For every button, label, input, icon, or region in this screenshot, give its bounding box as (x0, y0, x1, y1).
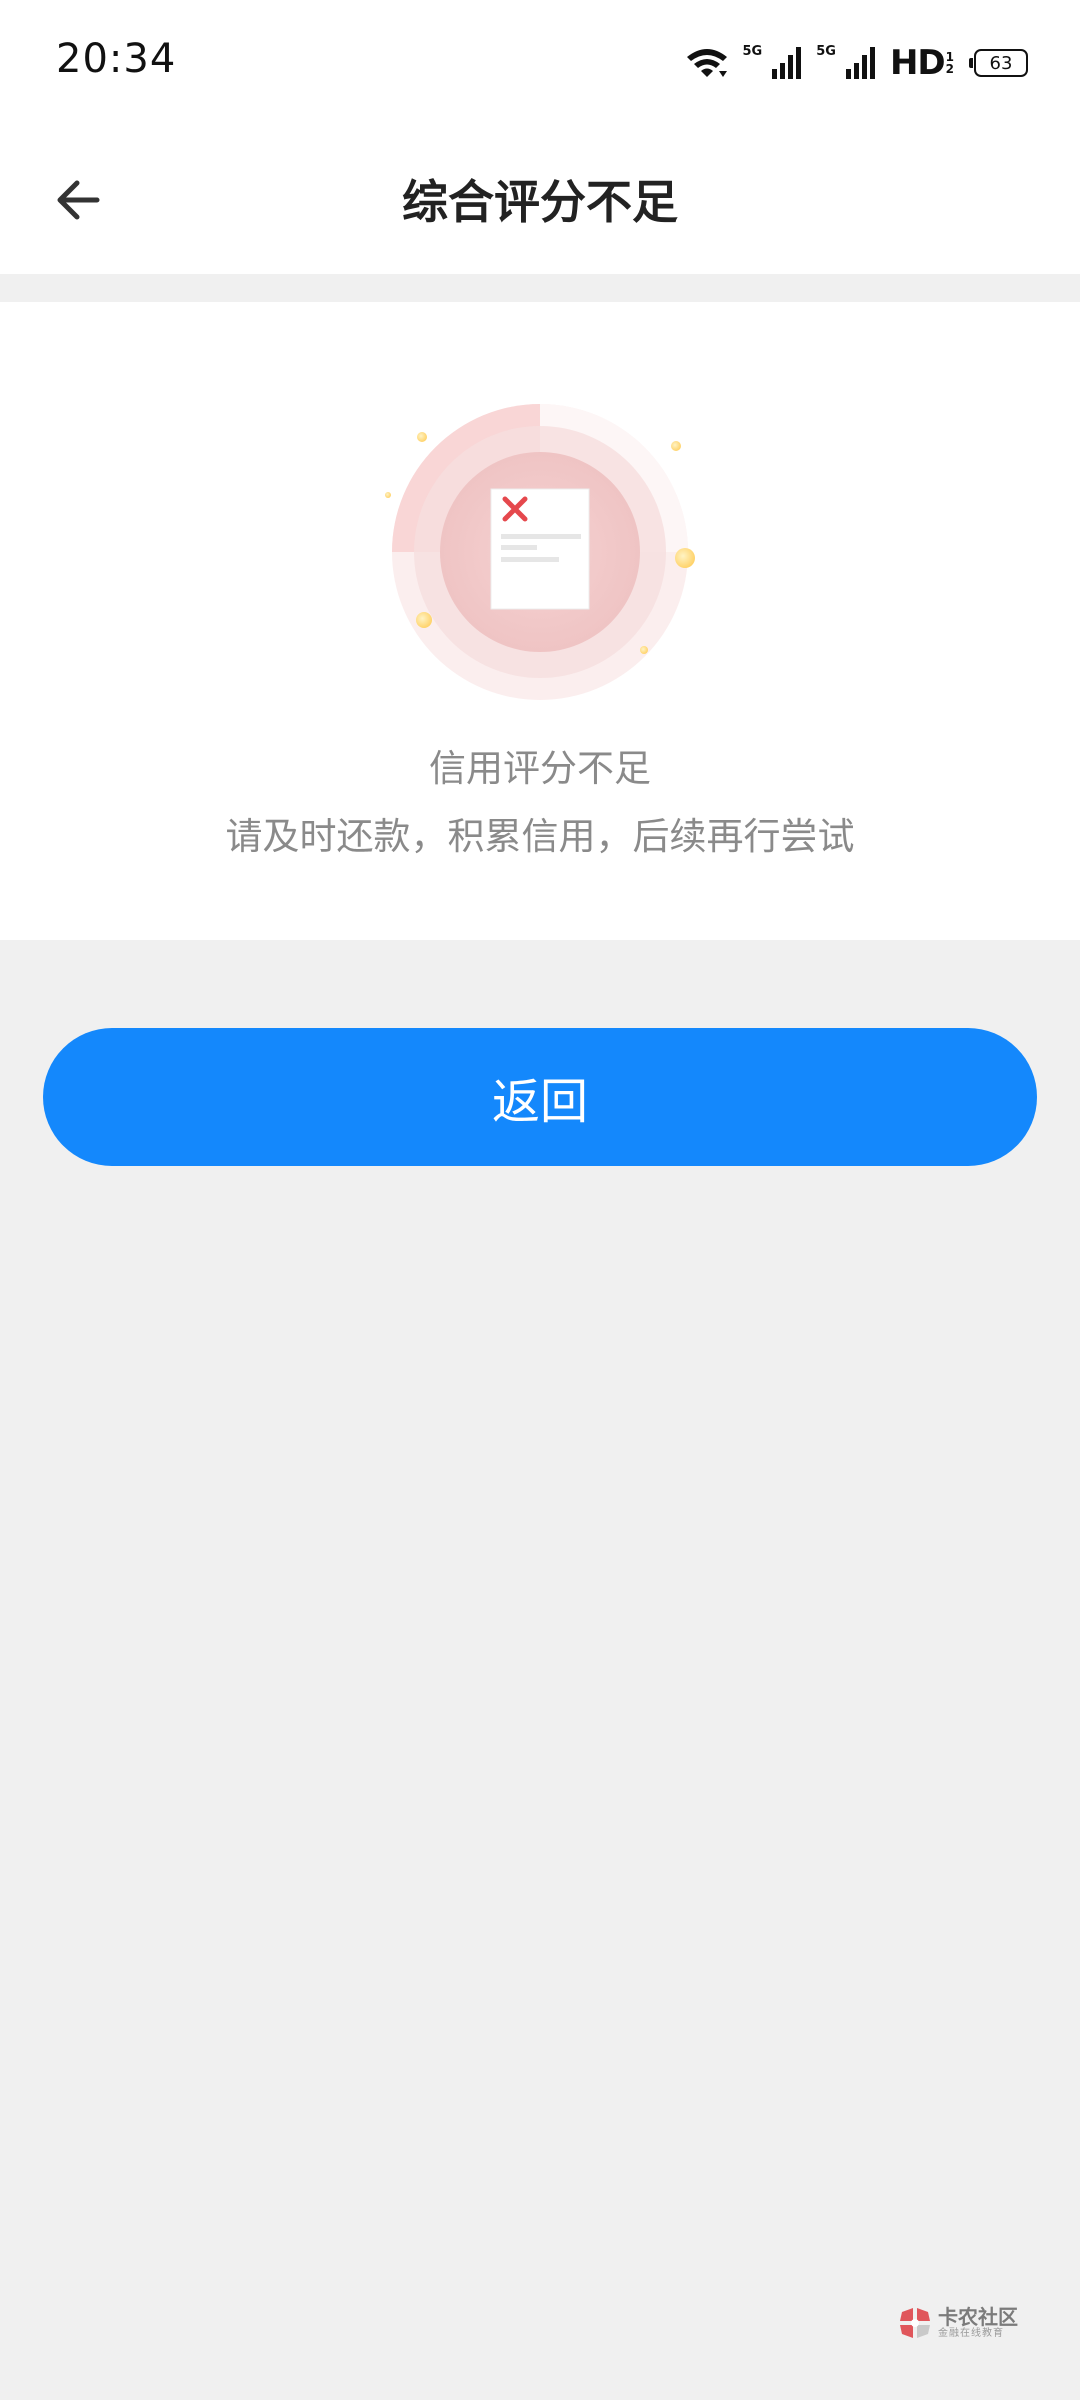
wifi-icon (686, 49, 727, 77)
hd-indicator: HD 1 2 (890, 46, 954, 80)
result-title: 信用评分不足 (429, 747, 651, 790)
watermark-subtitle: 金融在线教育 (938, 2328, 1004, 2339)
signal-icon (772, 47, 802, 79)
network-label-2: 5G (816, 44, 836, 59)
battery-tip (969, 58, 973, 68)
kanong-logo-icon (900, 2308, 930, 2338)
hd-sub: 1 2 (946, 51, 954, 75)
nav-bar: 综合评分不足 (0, 126, 1080, 274)
watermark-text: 卡农社区 金融在线教育 (938, 2306, 1018, 2340)
status-time: 20:34 (56, 36, 177, 82)
page-title: 综合评分不足 (402, 175, 678, 229)
status-bar: 20:34 5G 5G HD 1 2 63 (0, 0, 1080, 126)
status-icons: 5G 5G HD 1 2 63 (671, 40, 1028, 86)
document-error-illustration (385, 404, 695, 700)
watermark-name: 卡农社区 (938, 2305, 1018, 2329)
battery-level: 63 (989, 52, 1013, 74)
return-button[interactable]: 返回 (43, 1028, 1037, 1166)
hd-sub-bottom: 2 (945, 62, 954, 76)
network-label-1: 5G (742, 44, 763, 59)
result-card: 信用评分不足 请及时还款，积累信用，后续再行尝试 (0, 302, 1080, 940)
result-description: 请及时还款，积累信用，后续再行尝试 (225, 815, 855, 858)
signal-icon-2 (845, 47, 875, 79)
hd-text: HD (889, 43, 946, 83)
watermark: 卡农社区 金融在线教育 (898, 2306, 1018, 2340)
battery-icon: 63 (969, 49, 1028, 77)
